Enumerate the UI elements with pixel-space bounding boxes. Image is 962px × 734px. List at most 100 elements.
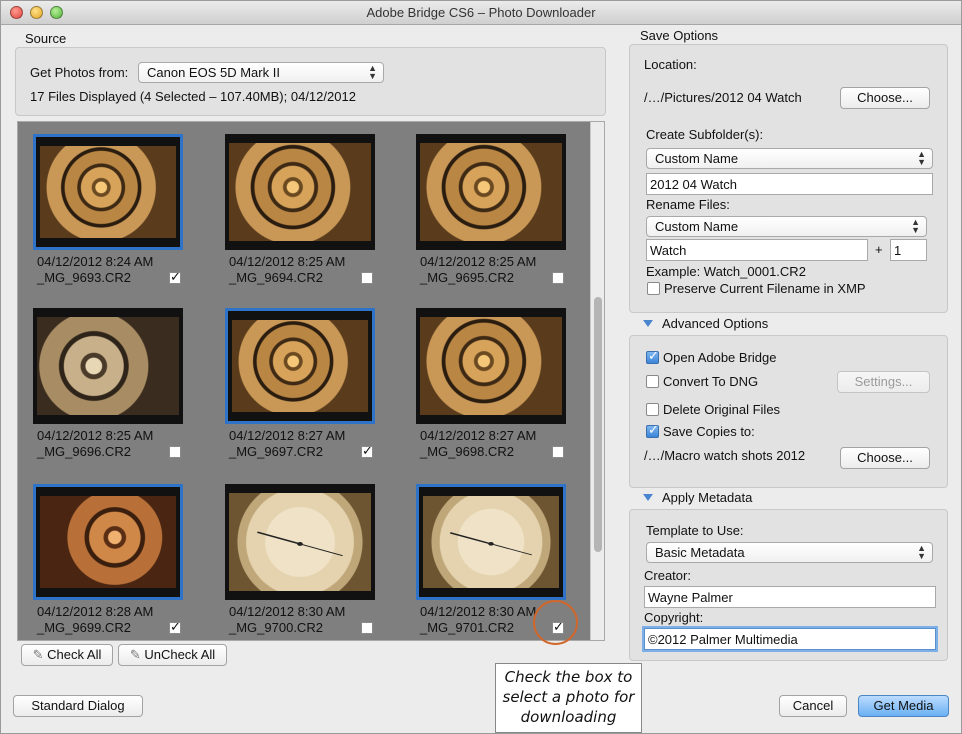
- copyright-input[interactable]: ©2012 Palmer Multimedia: [644, 628, 936, 650]
- preserve-filename-checkbox[interactable]: [647, 282, 660, 295]
- photo-datetime: 04/12/2012 8:30 AM: [229, 604, 346, 619]
- photo-image: [229, 143, 371, 241]
- save-copies-checkbox[interactable]: [646, 422, 659, 438]
- rename-plus: +: [875, 242, 883, 257]
- location-label: Location:: [644, 57, 697, 72]
- photo-image: [229, 493, 371, 591]
- apply-metadata-label[interactable]: Apply Metadata: [662, 490, 752, 505]
- delete-originals-checkbox[interactable]: [646, 403, 659, 416]
- delete-originals-label: Delete Original Files: [663, 402, 781, 417]
- get-media-button[interactable]: Get Media: [858, 695, 949, 717]
- subfolder-select[interactable]: Custom Name ▲ ▼: [646, 148, 933, 169]
- photo-image: [420, 143, 562, 241]
- save-options-label: Save Options: [640, 28, 719, 43]
- template-label: Template to Use:: [646, 523, 744, 538]
- subfolder-label: Create Subfolder(s):: [646, 127, 764, 142]
- photo-thumbnail[interactable]: [416, 308, 566, 424]
- photo-image: [423, 496, 559, 588]
- source-groupbox: Get Photos from: Canon EOS 5D Mark II ▲ ▼…: [15, 47, 606, 116]
- rename-mode-select[interactable]: Custom Name ▲ ▼: [646, 216, 927, 237]
- photo-datetime: 04/12/2012 8:30 AM: [420, 604, 537, 619]
- uncheck-all-label: UnCheck All: [144, 647, 216, 662]
- rename-start-number-input[interactable]: 1: [890, 239, 927, 261]
- check-all-button[interactable]: ✎ Check All: [21, 644, 113, 666]
- photo-image: [420, 317, 562, 415]
- photo-select-checkbox[interactable]: [552, 272, 564, 284]
- photo-filename: _MG_9701.CR2: [420, 620, 514, 635]
- preserve-filename-label: Preserve Current Filename in XMP: [664, 281, 866, 296]
- photo-thumbnail[interactable]: [225, 134, 375, 250]
- photo-downloader-window: Adobe Bridge CS6 – Photo Downloader Sour…: [0, 0, 962, 734]
- photo-datetime: 04/12/2012 8:27 AM: [229, 428, 346, 443]
- title-bar: Adobe Bridge CS6 – Photo Downloader: [1, 1, 961, 25]
- photo-select-checkbox[interactable]: [169, 446, 181, 458]
- copies-choose-button[interactable]: Choose...: [840, 447, 930, 469]
- creator-label: Creator:: [644, 568, 691, 583]
- advanced-disclosure-icon[interactable]: [643, 320, 653, 327]
- files-summary: 17 Files Displayed (4 Selected – 107.40M…: [30, 89, 356, 104]
- uncheck-all-icon: ✎: [129, 647, 145, 662]
- get-photos-label: Get Photos from:: [30, 65, 129, 80]
- save-options-groupbox: Location: /…/Pictures/2012 04 Watch Choo…: [629, 44, 948, 313]
- check-all-label: Check All: [47, 647, 102, 662]
- photo-thumbnail[interactable]: [225, 484, 375, 600]
- subfolder-name-input[interactable]: 2012 04 Watch: [646, 173, 933, 195]
- photo-filename: _MG_9700.CR2: [229, 620, 323, 635]
- popup-arrows-icon: ▲ ▼: [917, 543, 926, 561]
- photo-select-checkbox[interactable]: [169, 619, 181, 635]
- dng-settings-button[interactable]: Settings...: [837, 371, 930, 393]
- open-bridge-checkbox[interactable]: [646, 348, 659, 364]
- photo-image: [40, 146, 176, 238]
- location-path: /…/Pictures/2012 04 Watch: [644, 90, 802, 105]
- photo-datetime: 04/12/2012 8:25 AM: [420, 254, 537, 269]
- uncheck-all-button[interactable]: ✎ UnCheck All: [118, 644, 227, 666]
- source-section-label: Source: [25, 31, 67, 46]
- location-choose-button[interactable]: Choose...: [840, 87, 930, 109]
- photo-image: [232, 320, 368, 412]
- rename-example: Example: Watch_0001.CR2: [646, 264, 806, 279]
- photo-thumbnail[interactable]: [33, 134, 183, 250]
- photo-thumbnail[interactable]: [416, 484, 566, 600]
- photo-thumbnail[interactable]: [225, 308, 375, 424]
- advanced-options-label[interactable]: Advanced Options: [662, 316, 768, 331]
- creator-input[interactable]: Wayne Palmer: [644, 586, 936, 608]
- rename-mode-select-value: Custom Name: [655, 219, 739, 234]
- photo-thumbnail[interactable]: [416, 134, 566, 250]
- callout-line-3: downloading: [520, 708, 617, 726]
- popup-arrows-icon: ▲ ▼: [917, 149, 926, 167]
- callout-line-2: select a photo for: [502, 688, 635, 706]
- standard-dialog-button[interactable]: Standard Dialog: [13, 695, 143, 717]
- photo-filename: _MG_9694.CR2: [229, 270, 323, 285]
- photo-image: [37, 317, 179, 415]
- photo-thumbnail[interactable]: [33, 484, 183, 600]
- rename-base-input[interactable]: Watch: [646, 239, 868, 261]
- convert-dng-checkbox[interactable]: [646, 375, 659, 388]
- open-bridge-label: Open Adobe Bridge: [663, 350, 777, 365]
- photo-select-checkbox[interactable]: [361, 443, 373, 459]
- thumbnail-grid: 04/12/2012 8:24 AM_MG_9693.CR2 04/12/2012…: [17, 121, 605, 641]
- callout-highlight-circle: [533, 600, 578, 645]
- rename-files-label: Rename Files:: [646, 197, 730, 212]
- metadata-disclosure-icon[interactable]: [643, 494, 653, 501]
- photo-datetime: 04/12/2012 8:25 AM: [37, 428, 154, 443]
- device-select[interactable]: Canon EOS 5D Mark II ▲ ▼: [138, 62, 384, 83]
- photo-select-checkbox[interactable]: [169, 269, 181, 285]
- copies-path: /…/Macro watch shots 2012: [644, 448, 806, 463]
- photo-filename: _MG_9697.CR2: [229, 444, 323, 459]
- photo-filename: _MG_9698.CR2: [420, 444, 514, 459]
- subfolder-select-value: Custom Name: [655, 151, 739, 166]
- callout-line-1: Check the box to: [504, 668, 633, 686]
- photo-select-checkbox[interactable]: [361, 622, 373, 634]
- grid-scroll-thumb[interactable]: [594, 297, 602, 552]
- photo-select-checkbox[interactable]: [361, 272, 373, 284]
- photo-datetime: 04/12/2012 8:27 AM: [420, 428, 537, 443]
- template-select[interactable]: Basic Metadata ▲ ▼: [646, 542, 933, 563]
- copyright-label: Copyright:: [644, 610, 704, 625]
- cancel-button[interactable]: Cancel: [779, 695, 847, 717]
- callout-annotation: Check the box to select a photo for down…: [495, 663, 642, 733]
- photo-filename: _MG_9699.CR2: [37, 620, 131, 635]
- photo-thumbnail[interactable]: [33, 308, 183, 424]
- device-select-value: Canon EOS 5D Mark II: [147, 65, 280, 80]
- photo-select-checkbox[interactable]: [552, 446, 564, 458]
- grid-scrollbar[interactable]: [590, 122, 604, 640]
